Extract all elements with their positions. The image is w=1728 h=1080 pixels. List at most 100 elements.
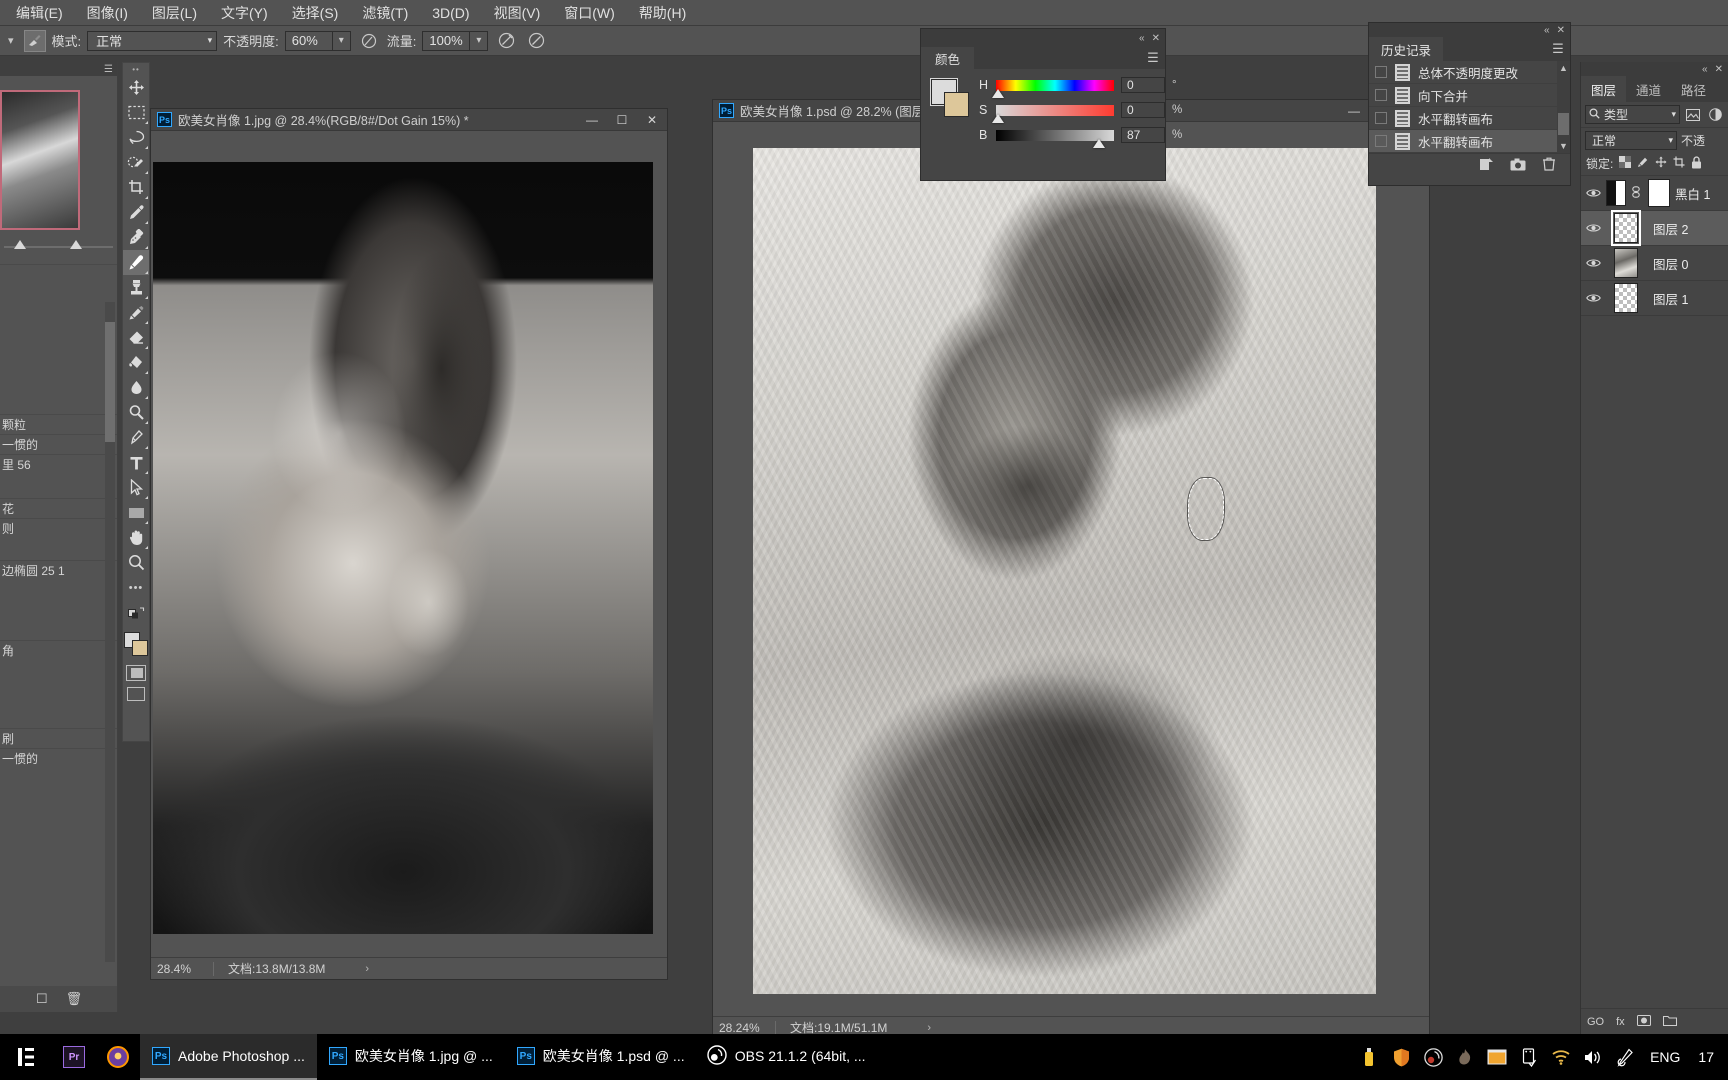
lasso-tool[interactable]	[123, 125, 149, 150]
new-snapshot-icon[interactable]	[1510, 158, 1526, 174]
layer-blend-mode-select[interactable]: 正常 ▾	[1585, 130, 1677, 150]
brush-tool[interactable]	[123, 250, 149, 275]
rectangle-tool[interactable]	[123, 500, 149, 525]
layer-thumbnail[interactable]	[1614, 248, 1638, 278]
language-indicator[interactable]: ENG	[1642, 1049, 1688, 1065]
screen-mode-icon[interactable]	[127, 687, 145, 701]
dock-collapse-icon[interactable]: «	[1702, 64, 1708, 75]
volume-icon[interactable]	[1578, 1034, 1608, 1080]
menu-filter[interactable]: 滤镜(T)	[350, 0, 420, 26]
doc-jpg-status-expand-icon[interactable]: ›	[325, 963, 369, 975]
opacity-pressure-toggle-icon[interactable]	[357, 29, 381, 53]
close-icon[interactable]: ✕	[1152, 33, 1160, 44]
history-source-checkbox[interactable]	[1375, 66, 1387, 78]
layer-row-blackwhite1[interactable]: 黑白 1	[1581, 176, 1728, 211]
doc-jpg-minimize-button[interactable]: —	[577, 109, 607, 131]
history-brush-tool[interactable]	[123, 300, 149, 325]
history-state-item[interactable]: 总体不透明度更改	[1369, 61, 1570, 84]
quick-mask-toggle-icon[interactable]	[126, 665, 146, 681]
color-panel-swatches[interactable]	[930, 78, 969, 117]
delete-state-icon[interactable]	[1542, 157, 1556, 174]
layer-visibility-icon[interactable]	[1585, 293, 1601, 303]
move-tool[interactable]	[123, 75, 149, 100]
brightness-slider[interactable]	[996, 129, 1114, 148]
tab-channels[interactable]: 通道	[1626, 76, 1671, 102]
history-state-item[interactable]: 水平翻转画布	[1369, 107, 1570, 130]
preset-row-1[interactable]: 一惯的	[0, 434, 117, 454]
doc-jpg-titlebar[interactable]: Ps 欧美女肖像 1.jpg @ 28.4%(RGB/8#/Dot Gain 1…	[151, 109, 667, 131]
menu-view[interactable]: 视图(V)	[482, 0, 553, 26]
delete-brush-icon[interactable]: 🗑	[66, 991, 83, 1007]
marquee-tool[interactable]	[123, 100, 149, 125]
preset-row-0[interactable]: 颗粒	[0, 414, 117, 434]
default-colors-icon[interactable]	[123, 600, 149, 625]
flow-input[interactable]: 100%	[422, 30, 471, 51]
menu-layer[interactable]: 图层(L)	[140, 0, 209, 26]
path-selection-tool[interactable]	[123, 475, 149, 500]
history-state-item[interactable]: 向下合并	[1369, 84, 1570, 107]
layer-row-layer1[interactable]: 图层 1	[1581, 281, 1728, 316]
preset-row-6[interactable]: 角	[0, 640, 117, 660]
opacity-chevron-down-icon[interactable]: ▾	[332, 30, 351, 51]
brush-lock-icon[interactable]	[1637, 156, 1649, 171]
airbrush-toggle-icon[interactable]	[494, 29, 518, 53]
type-tool[interactable]	[123, 450, 149, 475]
brush-tool-preset-icon[interactable]	[23, 29, 46, 52]
tab-paths[interactable]: 路径	[1671, 76, 1716, 102]
zoom-tool[interactable]	[123, 550, 149, 575]
layer-visibility-icon[interactable]	[1585, 188, 1601, 198]
background-color-swatch[interactable]	[944, 92, 969, 117]
edit-toolbar-more-icon[interactable]: •••	[123, 575, 149, 600]
smoothing-options-icon[interactable]	[524, 29, 548, 53]
slider-knob-left[interactable]	[14, 240, 26, 249]
pen-input-icon[interactable]	[1610, 1034, 1640, 1080]
taskbar-doc-psd[interactable]: Ps 欧美女肖像 1.psd @ ...	[505, 1034, 695, 1080]
color-panel-menu-icon[interactable]: ☰	[1141, 47, 1165, 69]
background-color-swatch[interactable]	[132, 640, 148, 656]
link-layers-label[interactable]: GO	[1587, 1016, 1604, 1028]
pen-tool[interactable]	[123, 425, 149, 450]
layer-thumbnail[interactable]	[1611, 210, 1641, 246]
clone-stamp-tool[interactable]	[123, 275, 149, 300]
menu-edit[interactable]: 编辑(E)	[4, 0, 75, 26]
menu-window[interactable]: 窗口(W)	[552, 0, 627, 26]
doc-jpg-maximize-button[interactable]: ☐	[607, 109, 637, 131]
preset-row-8[interactable]: 一惯的	[0, 748, 117, 768]
tab-layers[interactable]: 图层	[1581, 76, 1627, 102]
collapse-icon[interactable]: «	[1139, 33, 1145, 44]
window-icon[interactable]	[1482, 1034, 1512, 1080]
transparency-lock-icon[interactable]	[1619, 156, 1632, 171]
layer-thumbnail[interactable]	[1614, 283, 1638, 313]
history-scrollbar[interactable]: ▲ ▼	[1557, 61, 1570, 153]
doc-psd-status-expand-icon[interactable]: ›	[887, 1022, 931, 1034]
layer-filter-type-select[interactable]: 类型 ▾	[1585, 105, 1680, 124]
flame-icon[interactable]	[1450, 1034, 1480, 1080]
preset-row-3[interactable]: 花	[0, 498, 117, 518]
usb-drive-icon[interactable]	[1354, 1034, 1384, 1080]
brush-preset-chevron-icon[interactable]: ▾	[4, 34, 18, 47]
link-icon[interactable]	[1631, 185, 1643, 201]
opacity-input[interactable]: 60%	[284, 30, 333, 51]
move-lock-icon[interactable]	[1655, 156, 1667, 171]
history-source-checkbox[interactable]	[1375, 89, 1387, 101]
new-group-icon[interactable]	[1662, 1015, 1677, 1029]
filter-adjustment-layers-icon[interactable]	[1706, 106, 1724, 124]
layer-row-layer2[interactable]: 图层 2	[1581, 210, 1728, 246]
doc-window-psd[interactable]: Ps 欧美女肖像 1.psd @ 28.2% (图层 — ☐ ✕ 28.24% …	[712, 99, 1430, 1039]
artboard-lock-icon[interactable]	[1673, 156, 1685, 171]
history-state-item-current[interactable]: 水平翻转画布	[1369, 130, 1570, 153]
taskbar-doc-jpg[interactable]: Ps 欧美女肖像 1.jpg @ ...	[317, 1034, 505, 1080]
all-lock-icon[interactable]	[1691, 155, 1702, 172]
doc-psd-minimize-button[interactable]: —	[1339, 100, 1369, 122]
blend-mode-select[interactable]: 正常 ▾	[87, 30, 218, 51]
layer-visibility-icon[interactable]	[1585, 258, 1601, 268]
hue-value-input[interactable]: 0	[1121, 77, 1165, 93]
healing-brush-tool[interactable]	[123, 225, 149, 250]
doc-psd-zoom-level[interactable]: 28.24%	[713, 1021, 775, 1035]
layer-mask-thumbnail[interactable]	[1648, 179, 1670, 207]
layer-mask-icon[interactable]	[1636, 1014, 1651, 1029]
history-source-checkbox[interactable]	[1375, 112, 1387, 124]
slider-knob-right[interactable]	[70, 240, 82, 249]
flow-chevron-down-icon[interactable]: ▾	[470, 30, 489, 51]
close-icon[interactable]: ✕	[1557, 25, 1565, 36]
